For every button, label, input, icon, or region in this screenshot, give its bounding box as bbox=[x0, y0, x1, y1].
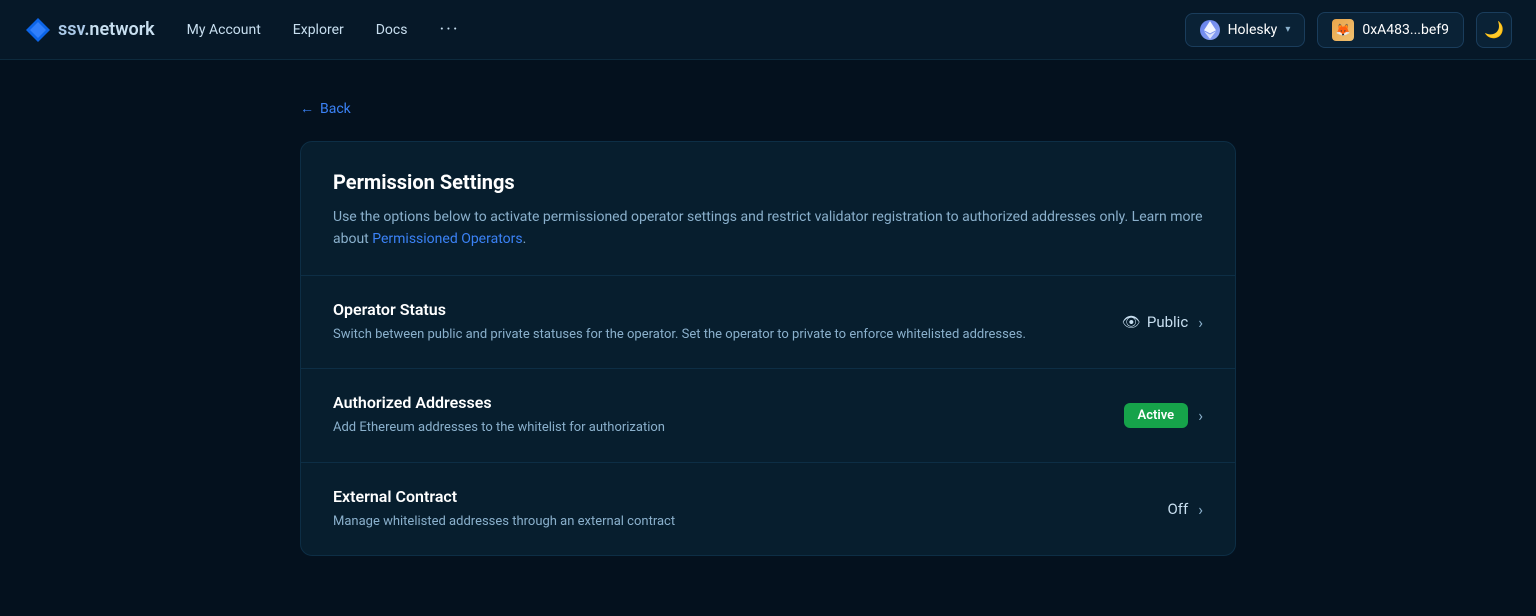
eth-icon bbox=[1200, 20, 1220, 40]
operator-status-row[interactable]: Operator Status Switch between public an… bbox=[301, 276, 1235, 370]
authorized-addresses-info: Authorized Addresses Add Ethereum addres… bbox=[333, 393, 1124, 438]
back-label: Back bbox=[320, 101, 351, 117]
logo[interactable]: ssv.network bbox=[24, 16, 155, 44]
wallet-selector[interactable]: 🦊 0xA483...bef9 bbox=[1317, 12, 1464, 48]
active-badge: Active bbox=[1124, 403, 1189, 428]
back-arrow-icon: ← bbox=[300, 100, 314, 117]
authorized-addresses-chevron-icon: › bbox=[1198, 406, 1203, 425]
card-title: Permission Settings bbox=[333, 170, 1203, 194]
authorized-addresses-description: Add Ethereum addresses to the whitelist … bbox=[333, 418, 1124, 438]
public-label: Public bbox=[1147, 313, 1188, 331]
navbar-right: Holesky ▾ 🦊 0xA483...bef9 🌙 bbox=[1185, 12, 1512, 48]
nav-links: My Account Explorer Docs ··· bbox=[187, 19, 1185, 40]
nav-my-account[interactable]: My Account bbox=[187, 22, 261, 38]
permissioned-operators-link[interactable]: Permissioned Operators bbox=[372, 231, 522, 247]
card-description: Use the options below to activate permis… bbox=[333, 206, 1203, 251]
external-contract-row[interactable]: External Contract Manage whitelisted add… bbox=[301, 463, 1235, 556]
card-header: Permission Settings Use the options belo… bbox=[301, 142, 1235, 276]
back-link[interactable]: ← Back bbox=[300, 100, 1236, 117]
main-content: ← Back Permission Settings Use the optio… bbox=[0, 60, 1536, 596]
external-contract-info: External Contract Manage whitelisted add… bbox=[333, 487, 1167, 532]
nav-explorer[interactable]: Explorer bbox=[293, 22, 344, 38]
external-contract-value: Off › bbox=[1167, 500, 1203, 519]
authorized-addresses-value: Active › bbox=[1124, 403, 1203, 428]
public-status: 👁 Public bbox=[1122, 313, 1188, 331]
description-text-after: . bbox=[523, 231, 527, 247]
network-selector[interactable]: Holesky ▾ bbox=[1185, 13, 1306, 47]
network-name: Holesky bbox=[1228, 22, 1278, 38]
wallet-icon: 🦊 bbox=[1332, 19, 1354, 41]
network-chevron-icon: ▾ bbox=[1285, 24, 1290, 35]
off-label: Off bbox=[1167, 500, 1188, 518]
theme-toggle-button[interactable]: 🌙 bbox=[1476, 12, 1512, 48]
logo-text: ssv.network bbox=[58, 19, 155, 40]
authorized-addresses-row[interactable]: Authorized Addresses Add Ethereum addres… bbox=[301, 369, 1235, 463]
operator-status-title: Operator Status bbox=[333, 300, 1122, 319]
moon-icon: 🌙 bbox=[1484, 20, 1504, 39]
navbar: ssv.network My Account Explorer Docs ···… bbox=[0, 0, 1536, 60]
operator-status-info: Operator Status Switch between public an… bbox=[333, 300, 1122, 345]
authorized-addresses-title: Authorized Addresses bbox=[333, 393, 1124, 412]
permission-settings-card: Permission Settings Use the options belo… bbox=[300, 141, 1236, 556]
logo-icon bbox=[24, 16, 52, 44]
external-contract-chevron-icon: › bbox=[1198, 500, 1203, 519]
operator-status-value: 👁 Public › bbox=[1122, 313, 1203, 332]
external-contract-title: External Contract bbox=[333, 487, 1167, 506]
operator-status-chevron-icon: › bbox=[1198, 313, 1203, 332]
wallet-address: 0xA483...bef9 bbox=[1362, 22, 1449, 38]
external-contract-description: Manage whitelisted addresses through an … bbox=[333, 512, 1167, 532]
eye-icon: 👁 bbox=[1122, 313, 1141, 331]
nav-more[interactable]: ··· bbox=[439, 19, 459, 40]
operator-status-description: Switch between public and private status… bbox=[333, 325, 1122, 345]
nav-docs[interactable]: Docs bbox=[376, 22, 408, 38]
